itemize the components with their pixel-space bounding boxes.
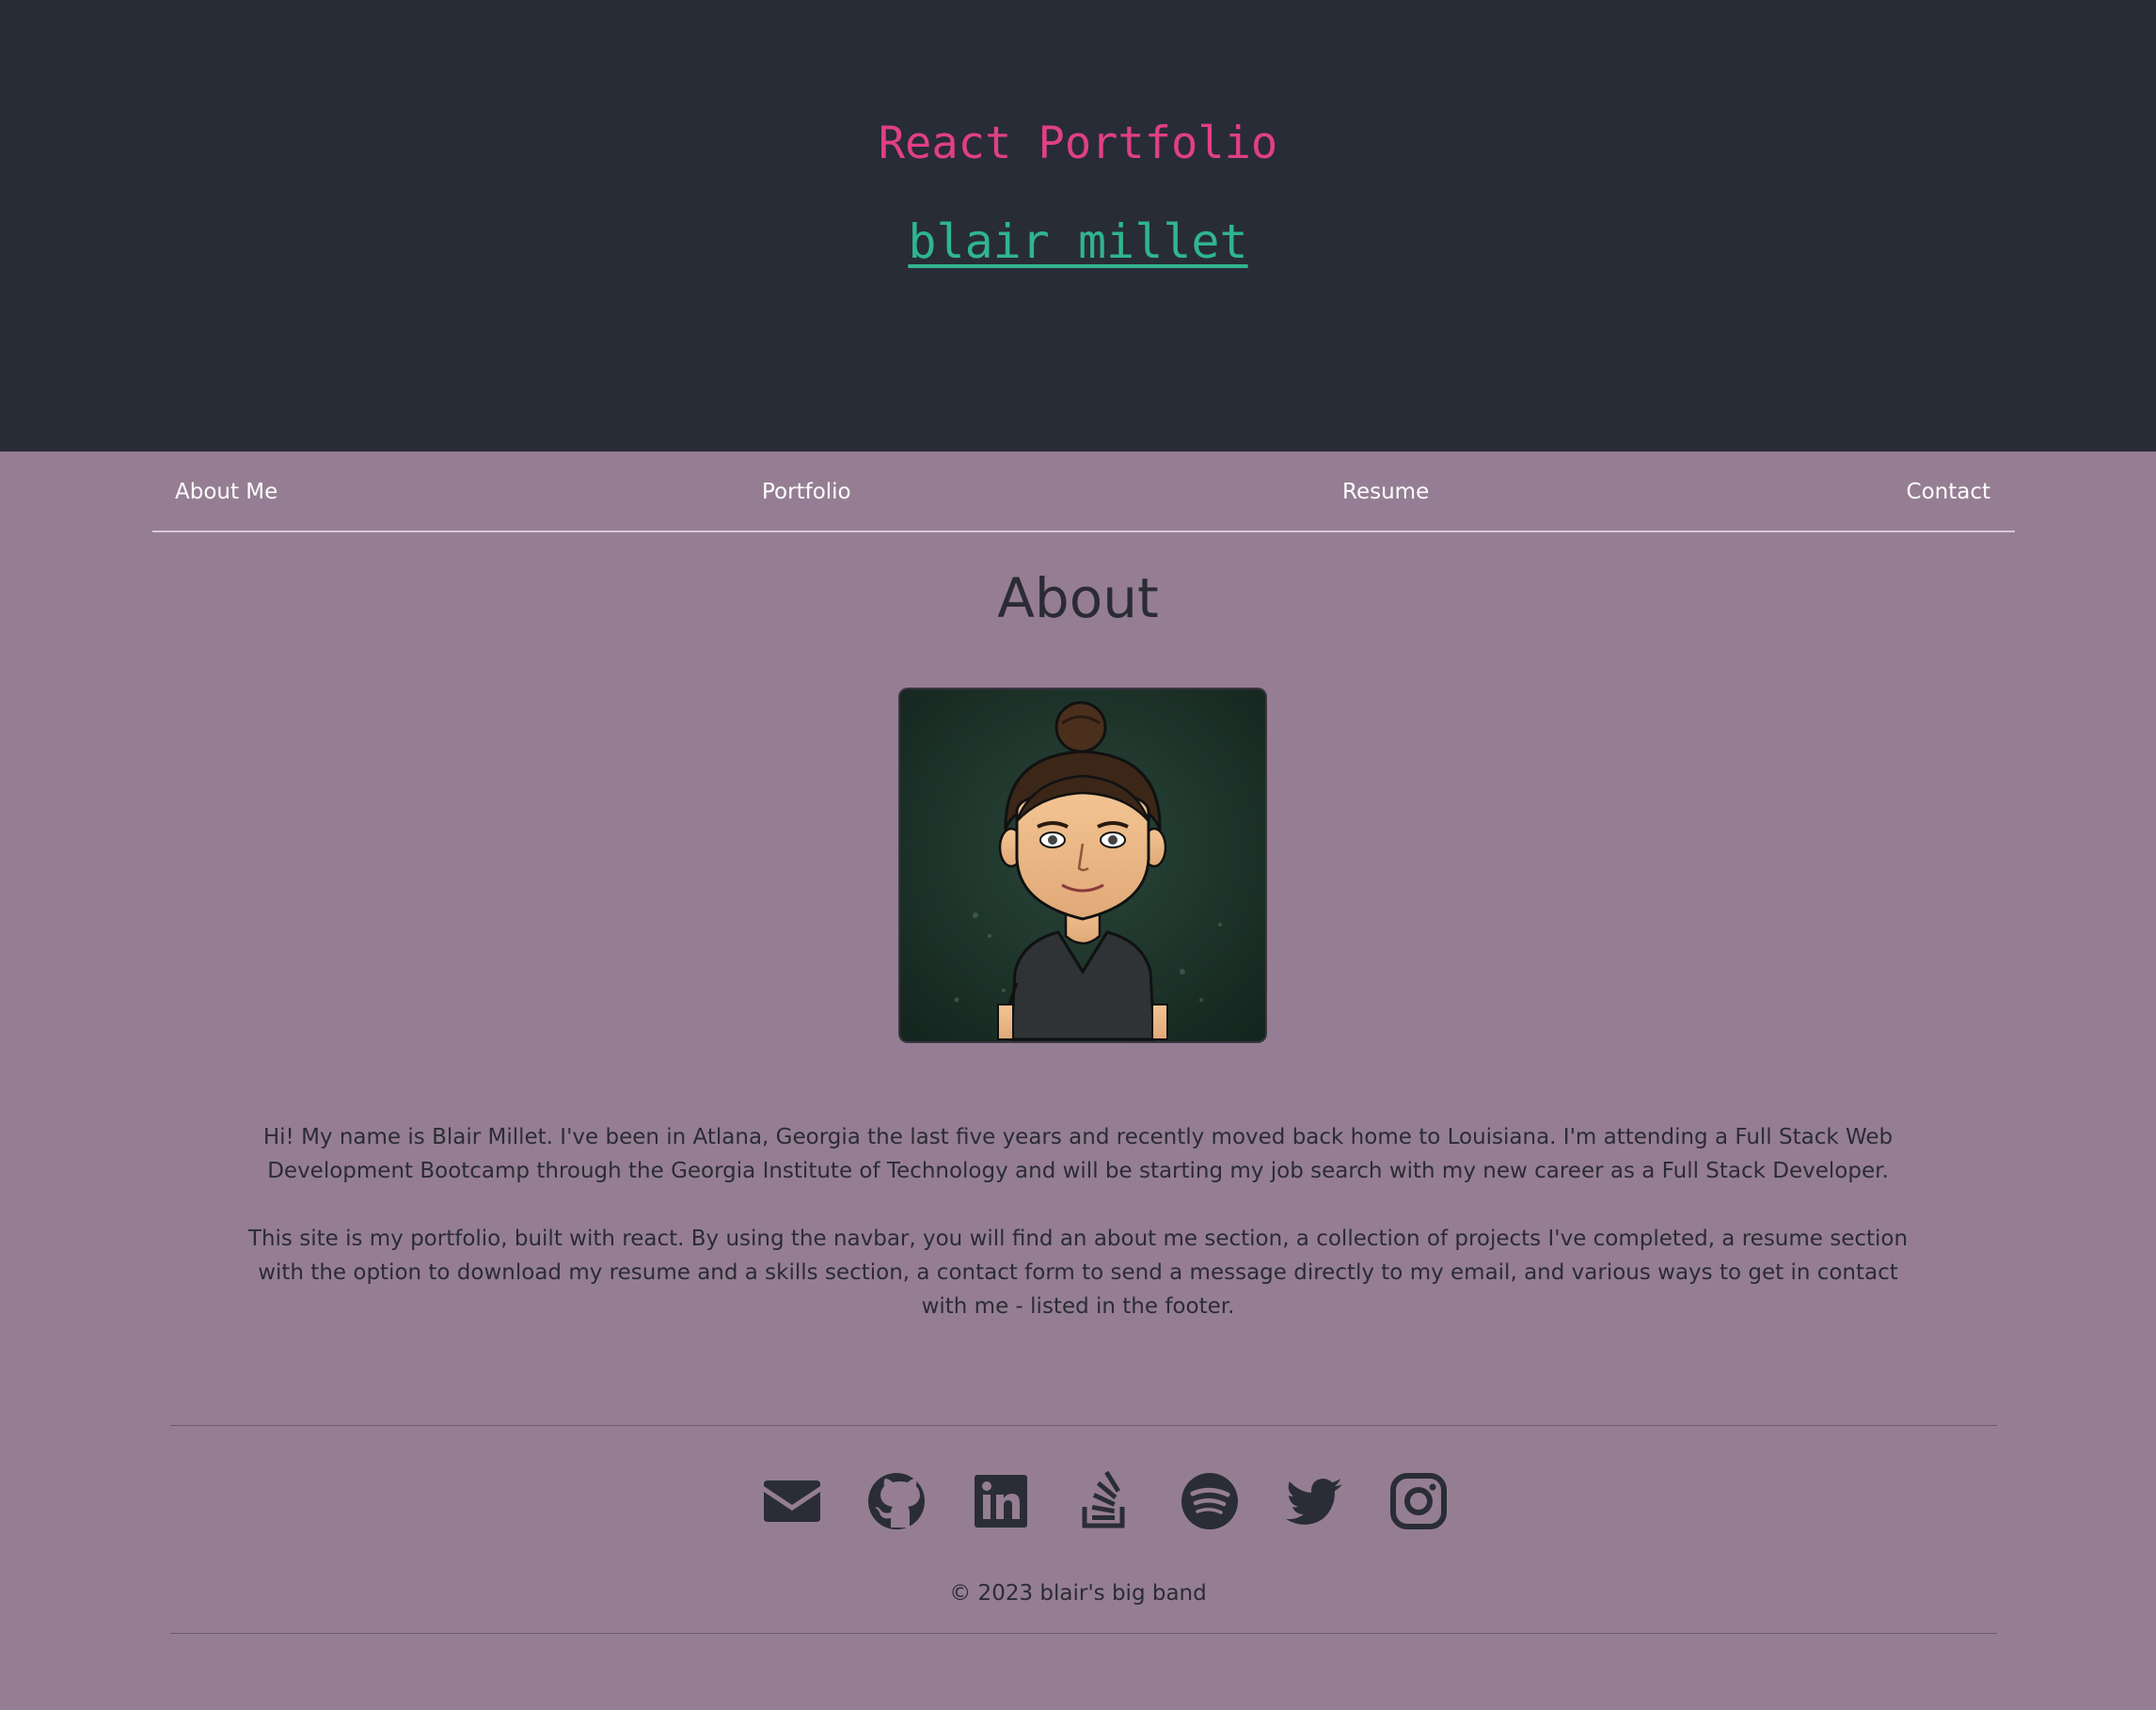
name-link-wrapper: blair millet [0, 209, 2156, 275]
social-links [0, 1471, 2156, 1531]
bio-paragraph: Hi! My name is Blair Millet. I've been i… [262, 1125, 1894, 1183]
about-heading: About [997, 566, 1159, 630]
twitter-icon[interactable] [1284, 1471, 1344, 1531]
nav-item-about-me[interactable]: About Me [175, 478, 277, 506]
linkedin-icon[interactable] [971, 1471, 1031, 1531]
site-header: React Portfolio blair millet [0, 0, 2156, 451]
nav-item-portfolio[interactable]: Portfolio [762, 478, 851, 506]
envelope-icon[interactable] [762, 1471, 822, 1531]
github-icon[interactable] [866, 1471, 927, 1531]
footer-divider [170, 1425, 1997, 1426]
nav-item-contact[interactable]: Contact [1907, 478, 1990, 506]
spotify-icon[interactable] [1180, 1471, 1240, 1531]
bio-paragraph: This site is my portfolio, built with re… [247, 1227, 1909, 1319]
footer-divider [170, 1633, 1997, 1634]
site-title: React Portfolio [878, 118, 1278, 169]
stack-overflow-icon[interactable] [1075, 1471, 1135, 1531]
name-link[interactable]: blair millet [908, 214, 1247, 269]
avatar-illustration [900, 689, 1265, 1041]
nav-item-resume[interactable]: Resume [1342, 478, 1429, 506]
navbar: About Me Portfolio Resume Contact [152, 451, 2015, 532]
instagram-icon[interactable] [1388, 1471, 1449, 1531]
copyright: © 2023 blair's big band [949, 1581, 1207, 1606]
about-bio: Hi! My name is Blair Millet. I've been i… [237, 1120, 1919, 1357]
avatar [900, 689, 1265, 1041]
